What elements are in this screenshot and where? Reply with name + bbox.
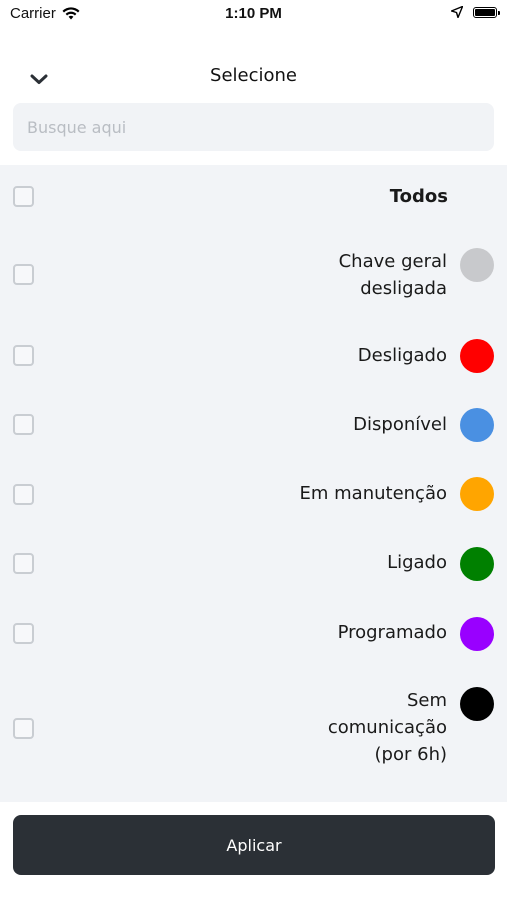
checkbox-sem-comunicacao[interactable] — [13, 718, 34, 739]
filter-row-programado[interactable]: Programado — [0, 617, 507, 651]
filter-label-desligado: Desligado — [357, 345, 447, 366]
checkbox-chave-geral-desligada[interactable] — [13, 264, 34, 285]
filter-row-sem-comunicacao[interactable]: Sem comunicação (por 6h) — [0, 687, 507, 769]
filter-label-ligado: Ligado — [387, 552, 447, 573]
location-arrow-icon — [451, 6, 463, 18]
apply-button[interactable]: Aplicar — [13, 815, 495, 875]
filter-label-programado: Programado — [337, 622, 447, 643]
filter-row-all[interactable]: Todos — [0, 183, 507, 210]
status-right — [451, 6, 500, 18]
checkbox-em-manutencao[interactable] — [13, 484, 34, 505]
checkbox-all[interactable] — [13, 186, 34, 207]
status-color-dot — [460, 687, 494, 721]
filter-label-chave-geral-desligada: Chave geral desligada — [338, 251, 447, 299]
checkbox-desligado[interactable] — [13, 345, 34, 366]
checkbox-disponivel[interactable] — [13, 414, 34, 435]
filter-row-em-manutencao[interactable]: Em manutenção — [0, 477, 507, 511]
filter-label-sem-comunicacao: Sem comunicação (por 6h) — [327, 690, 447, 765]
search-input[interactable] — [13, 103, 494, 151]
header: Selecione — [0, 58, 507, 96]
status-color-dot — [460, 617, 494, 651]
status-color-dot — [460, 248, 494, 282]
checkbox-ligado[interactable] — [13, 553, 34, 574]
filter-label-disponivel: Disponível — [353, 414, 447, 435]
status-bar: Carrier 1:10 PM — [0, 0, 507, 30]
status-color-dot — [460, 339, 494, 373]
status-color-dot — [460, 547, 494, 581]
battery-icon — [473, 6, 500, 18]
filter-row-ligado[interactable]: Ligado — [0, 547, 507, 581]
status-filter-list: Todos Chave geral desligada Desligado Di… — [0, 165, 507, 802]
filter-row-chave-geral-desligada[interactable]: Chave geral desligada — [0, 248, 507, 302]
filter-row-disponivel[interactable]: Disponível — [0, 408, 507, 442]
filter-label-em-manutencao: Em manutenção — [299, 483, 448, 504]
status-time: 1:10 PM — [225, 5, 282, 22]
checkbox-programado[interactable] — [13, 623, 34, 644]
filter-label-all: Todos — [389, 186, 448, 207]
page-title: Selecione — [210, 65, 297, 86]
status-color-dot — [460, 477, 494, 511]
status-color-dot — [460, 408, 494, 442]
filter-row-desligado[interactable]: Desligado — [0, 339, 507, 373]
